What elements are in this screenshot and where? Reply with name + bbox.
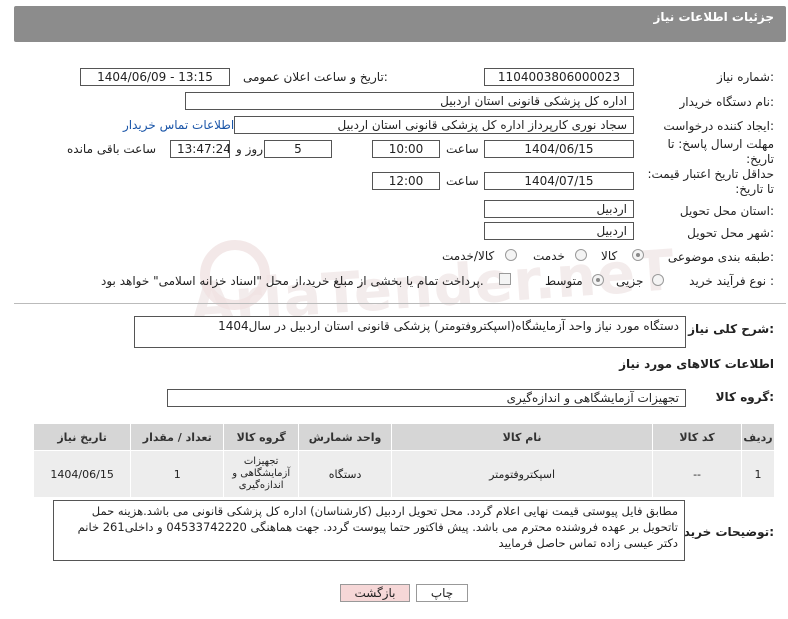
page-title: جزئیات اطلاعات نیاز (653, 10, 774, 24)
col-row: ردیف (741, 423, 775, 451)
description-label: شرح کلی نیاز: (688, 322, 774, 336)
goods-group-label: گروه کالا: (715, 390, 774, 404)
city-label: شهر محل تحویل: (687, 226, 774, 240)
goods-group-field: تجهیزات آزمایشگاهی و اندازه‌گیری (167, 389, 686, 407)
category-option-service: خدمت (533, 249, 565, 263)
validity-time-label: ساعت (446, 174, 479, 188)
description-field: دستگاه مورد نیاز واحد آزمایشگاه(اسپکتروف… (134, 316, 686, 348)
cell-name: اسپکتروفتومتر (391, 450, 654, 498)
category-label: طبقه بندی موضوعی: (667, 250, 774, 264)
table-row: 1 -- اسپکتروفتومتر دستگاه تجهیزات آزمایش… (32, 450, 775, 498)
announce-field: 1404/06/09 - 13:15 (80, 68, 230, 86)
divider (14, 303, 786, 304)
col-qty: تعداد / مقدار (130, 423, 225, 451)
process-radio-minor[interactable] (652, 274, 664, 286)
category-option-both: کالا/خدمت (442, 249, 495, 263)
remaining-time-field: 13:47:24 (170, 140, 230, 158)
cell-code: -- (652, 450, 743, 498)
table-header-row: ردیف کد کالا نام کالا واحد شمارش گروه کا… (32, 423, 775, 451)
deadline-time-label: ساعت (446, 142, 479, 156)
province-label: استان محل تحویل: (679, 204, 774, 218)
creator-label: ایجاد کننده درخواست: (663, 119, 774, 133)
days-label: روز و (236, 142, 263, 156)
deadline-time-field: 10:00 (372, 140, 440, 158)
back-button[interactable]: بازگشت (340, 584, 410, 602)
validity-date-field: 1404/07/15 (484, 172, 634, 190)
need-number-field: 1104003806000023 (484, 68, 634, 86)
deadline-date-field: 1404/06/15 (484, 140, 634, 158)
province-field: اردبیل (484, 200, 634, 218)
treasury-checkbox[interactable] (499, 273, 511, 285)
col-unit: واحد شمارش (298, 423, 393, 451)
process-label: نوع فرآیند خرید : (689, 274, 774, 288)
deadline-label: مهلت ارسال پاسخ: تا تاریخ: (667, 137, 774, 166)
days-field: 5 (264, 140, 332, 158)
cell-group: تجهیزات آزمایشگاهی و اندازه‌گیری (223, 450, 300, 498)
category-radio-both[interactable] (505, 249, 517, 261)
col-group: گروه کالا (223, 423, 300, 451)
cell-unit: دستگاه (298, 450, 393, 498)
process-radio-medium[interactable] (592, 274, 604, 286)
buyer-notes-label: توضیحات خریدار: (672, 525, 774, 539)
remaining-label: ساعت باقی مانده (67, 142, 157, 156)
validity-time-field: 12:00 (372, 172, 440, 190)
cell-row: 1 (741, 450, 775, 498)
col-name: نام کالا (391, 423, 654, 451)
announce-label: تاریخ و ساعت اعلان عمومی: (243, 70, 388, 84)
buyer-notes-field: مطابق فایل پیوستی قیمت نهایی اعلام گردد.… (53, 500, 685, 561)
print-button[interactable]: چاپ (416, 584, 468, 602)
category-radio-goods[interactable] (632, 249, 644, 261)
category-radio-service[interactable] (575, 249, 587, 261)
goods-table: ردیف کد کالا نام کالا واحد شمارش گروه کا… (32, 423, 775, 498)
buyer-org-label: نام دستگاه خریدار: (679, 95, 775, 109)
validity-label: حداقل تاریخ اعتبار قیمت: تا تاریخ: (647, 167, 774, 196)
need-number-label: شماره نیاز: (716, 70, 774, 84)
process-option-medium: متوسط (545, 274, 583, 288)
creator-field: سجاد نوری کارپرداز اداره کل پزشکی قانونی… (234, 116, 634, 134)
cell-date: 1404/06/15 (32, 450, 132, 498)
cell-qty: 1 (130, 450, 225, 498)
col-date: تاریخ نیاز (32, 423, 132, 451)
category-option-goods: کالا (601, 249, 618, 263)
process-option-minor: جزیی (616, 274, 644, 288)
city-field: اردبیل (484, 222, 634, 240)
goods-info-title: اطلاعات کالاهای مورد نیاز (619, 357, 774, 371)
buyer-org-field: اداره کل پزشکی قانونی استان اردبیل (185, 92, 634, 110)
payment-note: پرداخت تمام یا بخشی از مبلغ خرید،از محل … (101, 274, 484, 288)
buyer-contact-link[interactable]: اطلاعات تماس خریدار (123, 118, 234, 132)
col-code: کد کالا (652, 423, 743, 451)
